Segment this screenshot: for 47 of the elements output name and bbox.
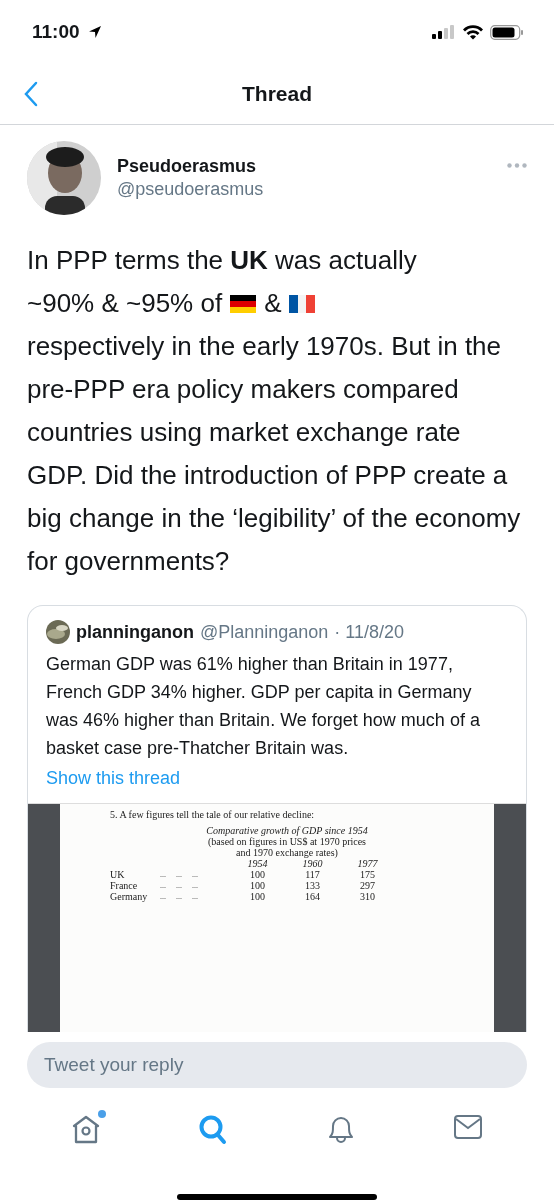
leader-dots: ... ... ... [160, 891, 199, 902]
document-image[interactable] [28, 803, 526, 1032]
tweet-text: In PPP terms the UK was actually [27, 244, 418, 277]
tweet-text: respectively in the early 1970s. But in the pre-PPP era policy makers compared countries using market exchange rate GDP. Did the introduction of PPP create a big change in the ‘legibility’ of the economy for governments? [27, 330, 521, 578]
status-time: 11:00 [32, 21, 80, 43]
quoted-author-name[interactable]: planninganon [76, 621, 194, 643]
french-flag-icon [289, 294, 316, 313]
column-header: 1954 [246, 858, 269, 869]
table-cell-text: 100 [249, 869, 266, 880]
column-header: 1977 [356, 858, 379, 869]
wifi-icon [462, 24, 484, 40]
table-cell-text: 164 [304, 891, 321, 902]
tweet-text: & [264, 287, 282, 320]
quoted-author-handle[interactable]: @Planninganon [200, 621, 329, 643]
show-thread-link[interactable]: Show this thread [46, 768, 181, 789]
leader-dots: ... ... ... [160, 869, 199, 880]
table-cell-text: 310 [359, 891, 376, 902]
table-title: Comparative growth of GDP since 1954 [205, 825, 369, 836]
back-icon[interactable] [24, 81, 38, 107]
table-cell-text: 100 [249, 891, 266, 902]
signal-icon [432, 25, 456, 39]
column-header: 1960 [301, 858, 324, 869]
tweet-text: ~90% & ~95% of [27, 287, 223, 320]
table-cell-text: 133 [304, 880, 321, 891]
search-icon[interactable] [198, 1114, 229, 1146]
battery-icon [490, 24, 524, 40]
home-icon[interactable] [70, 1114, 101, 1144]
row-label: Germany [110, 891, 149, 902]
table-cell-text: 117 [304, 869, 321, 880]
reply-field[interactable]: Tweet your reply [27, 1042, 527, 1088]
quoted-tweet-date: · 11/8/20 [334, 621, 405, 643]
author-handle[interactable]: @pseudoerasmus [117, 179, 491, 200]
document-heading: 5. A few figures tell the tale of our relative decline: [110, 809, 316, 820]
table-cell-text: 175 [359, 869, 376, 880]
table-subtitle: (based on figures in US$ at 1970 prices and 1970 exchange rates) [208, 836, 367, 858]
quoted-tweet-card[interactable] [27, 605, 527, 1032]
location-arrow-icon [87, 25, 102, 39]
table-cell-text: 297 [359, 880, 376, 891]
german-flag-icon [230, 294, 257, 313]
row-label: France [110, 880, 139, 891]
header-title: Thread [242, 82, 312, 106]
messages-icon[interactable] [453, 1114, 484, 1140]
author-name[interactable]: Pseudoerasmus [117, 156, 491, 177]
table-cell-text: 100 [249, 880, 266, 891]
row-label: UK [110, 869, 126, 880]
leader-dots: ... ... ... [160, 880, 199, 891]
quoted-tweet-text: German GDP was 61% higher than Britain in 1977, French GDP 34% higher. GDP per capita in Germany was 46% higher than Britain. We forget how much of a basket case pre-Thatcher Britain was. [46, 653, 481, 760]
